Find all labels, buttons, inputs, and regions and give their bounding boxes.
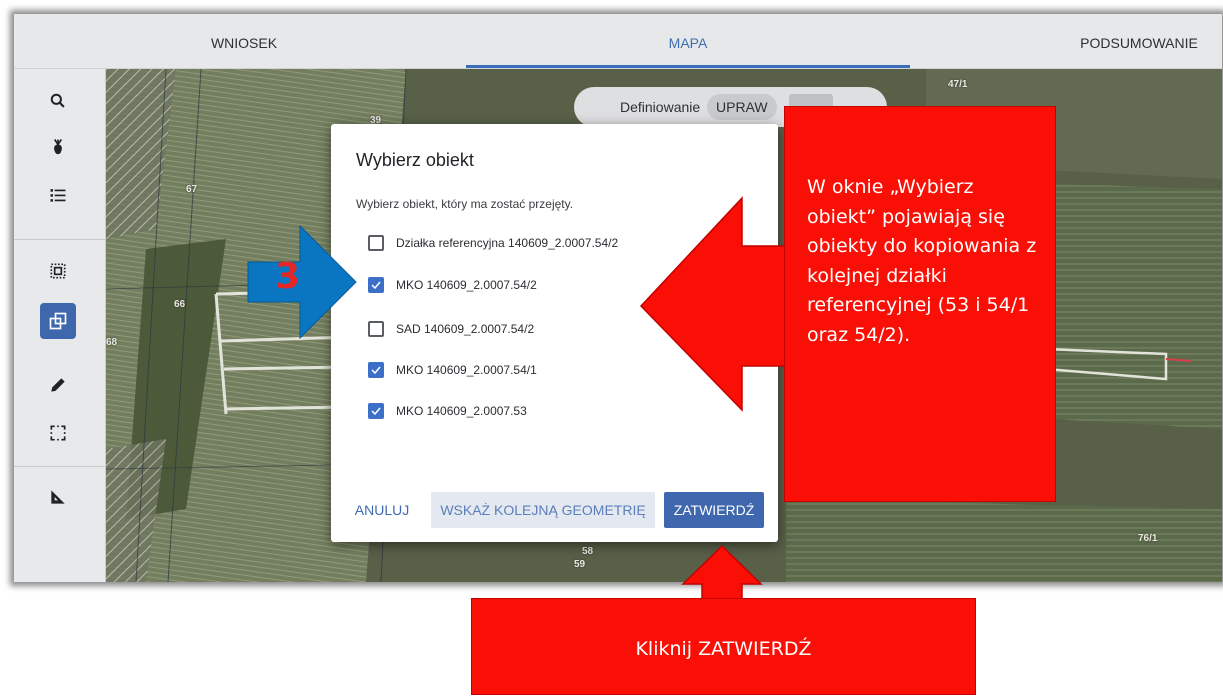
red-up-arrow — [681, 544, 763, 604]
annotation-click-hint: Kliknij ZATWIERDŹ — [471, 598, 976, 695]
step-number: 3 — [275, 256, 301, 297]
annotation-note-text: W oknie „Wybierz obiekt” pojawiają się o… — [807, 176, 1037, 346]
click-hint-text: Kliknij ZATWIERDŹ — [635, 638, 812, 660]
blue-step-arrow — [247, 224, 357, 340]
annotation-note: W oknie „Wybierz obiekt” pojawiają się o… — [784, 106, 1056, 502]
red-left-arrow — [639, 196, 801, 412]
